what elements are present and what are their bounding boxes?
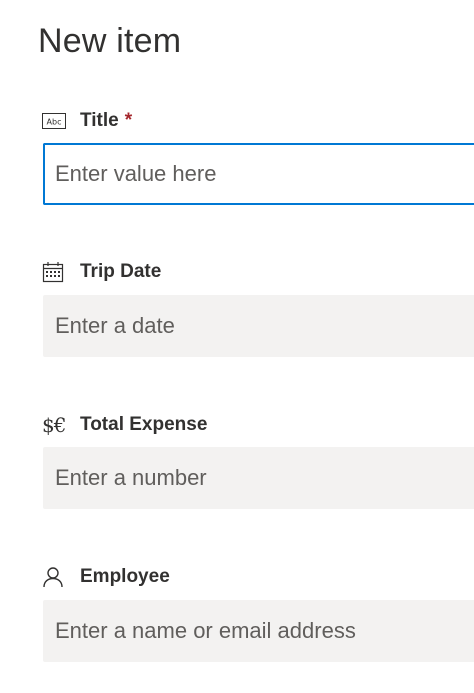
- text-field-icon: Abc: [42, 109, 80, 133]
- title-input[interactable]: [43, 143, 474, 205]
- total-expense-label: Total Expense: [80, 414, 208, 435]
- calendar-icon: [42, 260, 80, 284]
- employee-input[interactable]: [43, 600, 474, 662]
- text-field-icon-text: Abc: [47, 118, 62, 127]
- total-expense-label-row: $€ Total Expense: [42, 412, 207, 438]
- required-indicator: *: [124, 110, 133, 131]
- currency-icon: $€: [42, 413, 80, 437]
- trip-date-input[interactable]: [43, 295, 474, 357]
- employee-label-row: Employee: [42, 564, 170, 590]
- title-label-row: Abc Title *: [42, 108, 132, 134]
- trip-date-label: Trip Date: [80, 261, 162, 282]
- currency-icon-text: $€: [42, 413, 66, 437]
- person-icon: [42, 565, 80, 589]
- title-label: Title: [80, 110, 119, 131]
- total-expense-input[interactable]: [43, 447, 474, 509]
- page-title: New item: [38, 22, 182, 60]
- employee-label: Employee: [80, 566, 170, 587]
- trip-date-label-row: Trip Date: [42, 259, 161, 285]
